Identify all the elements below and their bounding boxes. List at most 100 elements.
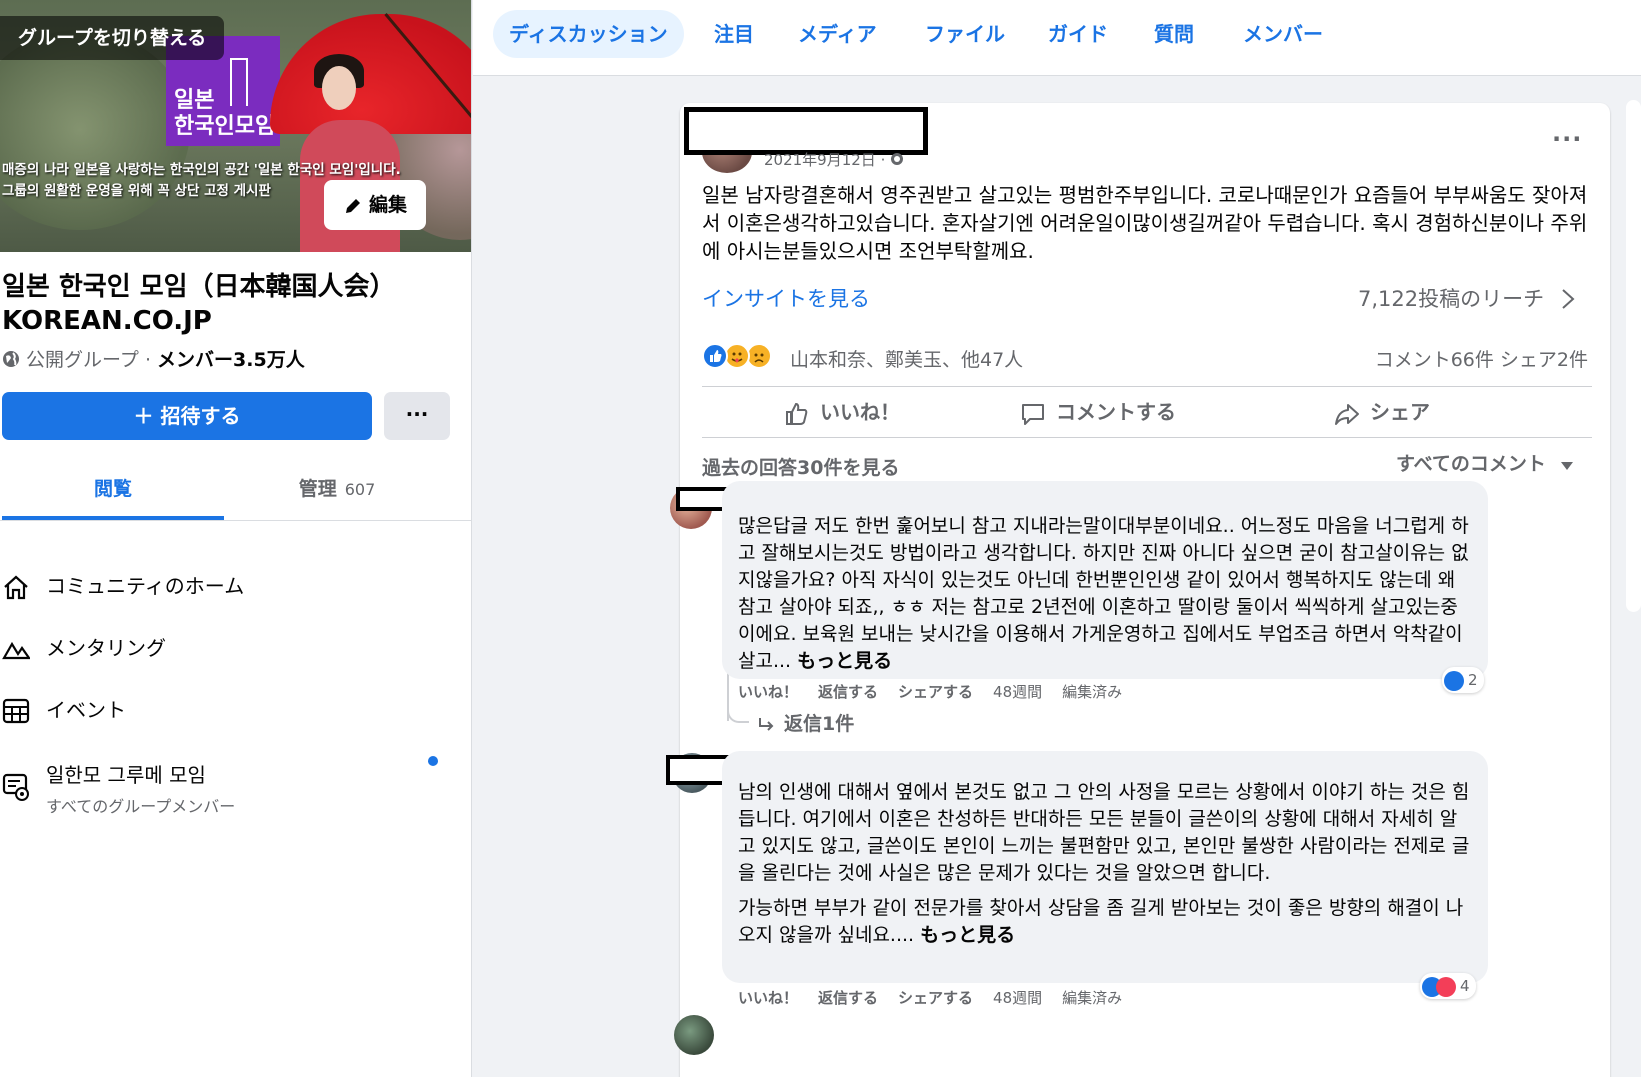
speech-bubble-icon xyxy=(1022,403,1044,425)
post-date-text: 2021年9月12日 · xyxy=(764,151,891,169)
view-insights-link[interactable]: インサイトを見る xyxy=(702,283,870,313)
nav-mentoring[interactable]: メンタリング xyxy=(0,628,450,668)
nav-events[interactable]: イベント xyxy=(0,690,450,730)
see-more-link[interactable]: もっと見る xyxy=(920,924,1015,946)
comment-like-link[interactable]: いいね！ xyxy=(738,683,798,701)
tab-featured[interactable]: 注目 xyxy=(714,10,754,58)
share-button[interactable]: シェア xyxy=(1334,387,1430,437)
tab-divider xyxy=(0,520,471,521)
logo-text-line2: 한국인모임 xyxy=(174,114,276,139)
edit-label: 編集 xyxy=(368,194,407,216)
switch-group-button[interactable]: グループを切り替える xyxy=(0,16,225,60)
edit-cover-button[interactable]: 編集 xyxy=(324,180,426,230)
group-sidebar: 일본 한국인모임 매증의 나라 일본을 사랑하는 한국인의 공간 '일본 한국인… xyxy=(0,0,472,1077)
comment-edited: 編集済み xyxy=(1062,989,1123,1007)
tab-browse[interactable]: 閲覧 xyxy=(2,464,224,520)
tab-media[interactable]: メディア xyxy=(798,10,877,58)
nav-community-home[interactable]: コミュニティのホーム xyxy=(0,566,450,606)
comment-reply-link[interactable]: 返信する xyxy=(818,989,878,1007)
tower-icon xyxy=(230,58,248,106)
tab-discussion[interactable]: ディスカッション xyxy=(493,10,684,58)
comment-reaction-badge[interactable]: 2 xyxy=(1442,667,1484,693)
tab-members[interactable]: メンバー xyxy=(1243,10,1323,58)
post-reach[interactable]: 7,122投稿のリーチ xyxy=(1358,283,1575,313)
reply-arrow-icon xyxy=(759,718,774,731)
tab-manage-count: 607 xyxy=(344,480,376,499)
group-name[interactable]: 일본 한국인 모임（日本韓国人会） KOREAN.CO.JP xyxy=(2,270,462,338)
comment-reply-link[interactable]: 返信する xyxy=(818,683,878,701)
tab-questions[interactable]: 質問 xyxy=(1154,10,1194,58)
more-options-button[interactable]: ··· xyxy=(384,392,450,440)
reach-text: 7,122投稿のリーチ xyxy=(1358,287,1545,311)
pencil-icon xyxy=(345,198,360,213)
comment-like-link[interactable]: いいね！ xyxy=(738,989,798,1007)
comment-filter-dropdown[interactable]: すべてのコメント xyxy=(1396,449,1573,476)
nav-label: メンタリング xyxy=(46,636,166,660)
comment-actions: いいね！ 返信する シェアする 48週間 編集済み xyxy=(738,987,1142,1008)
comment-button[interactable]: コメントする xyxy=(1020,387,1176,437)
comment-share-counts[interactable]: コメント66件 シェア2件 xyxy=(1360,345,1588,372)
commenter-avatar[interactable] xyxy=(674,1015,714,1055)
divider xyxy=(702,437,1592,438)
nav-sublabel: すべてのグループメンバー xyxy=(46,797,236,816)
scrollbar[interactable] xyxy=(1626,100,1641,612)
love-reaction-icon xyxy=(1436,976,1456,997)
like-label: いいね！ xyxy=(820,400,900,424)
group-name-line2: KOREAN.CO.JP xyxy=(2,306,212,336)
share-label: シェア xyxy=(1370,400,1430,424)
home-icon xyxy=(4,575,28,600)
mountain-icon xyxy=(2,641,30,660)
post-options-button[interactable]: ··· xyxy=(1552,125,1582,153)
chevron-right-icon xyxy=(1562,289,1575,309)
nav-label: イベント xyxy=(46,698,126,722)
reaction-icons[interactable] xyxy=(702,343,782,371)
group-meta: 公開グループ · メンバー3.5万人 xyxy=(2,345,305,372)
view-replies-link[interactable]: 返信1件 xyxy=(758,709,854,736)
post-timestamp[interactable]: 2021年9月12日 · xyxy=(764,149,904,170)
comment-time[interactable]: 48週間 xyxy=(993,989,1042,1007)
reaction-count: 4 xyxy=(1460,977,1470,995)
comment-edited: 編集済み xyxy=(1062,683,1123,701)
like-button[interactable]: いいね！ xyxy=(784,387,900,437)
comment-time[interactable]: 48週間 xyxy=(993,683,1042,701)
tab-guides[interactable]: ガイド xyxy=(1048,10,1108,58)
invite-button[interactable]: ＋ 招待する xyxy=(2,392,372,440)
see-more-link[interactable]: もっと見る xyxy=(797,650,892,672)
comment-bubble: 많은답글 저도 한번 훑어보니 참고 지내라는말이대부분이네요.. 어느정도 마… xyxy=(722,481,1488,679)
view-previous-replies[interactable]: 過去の回答30件を見る xyxy=(702,453,899,480)
globe-icon xyxy=(3,351,19,367)
thread-connector xyxy=(727,701,749,723)
reply-count-label: 返信1件 xyxy=(784,713,855,735)
tab-files[interactable]: ファイル xyxy=(925,10,1005,58)
comment-filter-label: すべてのコメント xyxy=(1396,453,1546,475)
cover-person-face xyxy=(322,66,356,110)
logo-text-line1: 일본 xyxy=(174,88,215,113)
comment-actions: いいね！ 返信する シェアする 48週間 編集済み xyxy=(738,681,1142,702)
like-reaction-icon xyxy=(1444,670,1464,691)
group-privacy: 公開グループ · xyxy=(26,349,158,371)
caret-down-icon xyxy=(1560,462,1573,470)
share-arrow-icon xyxy=(1335,403,1359,425)
thumbs-up-icon xyxy=(786,402,808,425)
comment-label: コメントする xyxy=(1056,400,1176,424)
tab-manage[interactable]: 管理 607 xyxy=(226,464,448,520)
reaction-count: 2 xyxy=(1468,671,1478,689)
comment-share-link[interactable]: シェアする xyxy=(898,683,973,701)
calendar-icon xyxy=(2,698,30,724)
comment-share-link[interactable]: シェアする xyxy=(898,989,973,1007)
unread-indicator xyxy=(428,756,438,766)
chat-settings-icon xyxy=(2,773,29,801)
member-count[interactable]: メンバー3.5万人 xyxy=(157,349,305,371)
group-top-nav: ディスカッション 注目 メディア ファイル ガイド 質問 メンバー xyxy=(473,0,1641,76)
umbrella-illustration xyxy=(270,14,471,134)
comment-text-paragraph2: 가능하면 부부가 같이 전문가를 찾아서 상담을 좀 길게 받아보는 것이 좋은… xyxy=(738,895,1472,949)
nav-label: コミュニティのホーム xyxy=(46,574,245,598)
like-reaction-icon xyxy=(702,343,728,369)
cover-photo: 일본 한국인모임 매증의 나라 일본을 사랑하는 한국인의 공간 '일본 한국인… xyxy=(0,0,471,252)
reactor-names[interactable]: 山本和奈、鄭美玉、他47人 xyxy=(790,345,1023,372)
comment-text: 남의 인생에 대해서 옆에서 본것도 없고 그 안의 사정을 모르는 상황에서 … xyxy=(738,781,1470,884)
nav-group-chat[interactable]: 일한모 그루메 모임 すべてのグループメンバー xyxy=(0,763,450,816)
comment-text: 가능하면 부부가 같이 전문가를 찾아서 상담을 좀 길게 받아보는 것이 좋은… xyxy=(738,897,1464,946)
tab-manage-label: 管理 xyxy=(298,478,337,500)
comment-reaction-badge[interactable]: 4 xyxy=(1420,973,1476,999)
